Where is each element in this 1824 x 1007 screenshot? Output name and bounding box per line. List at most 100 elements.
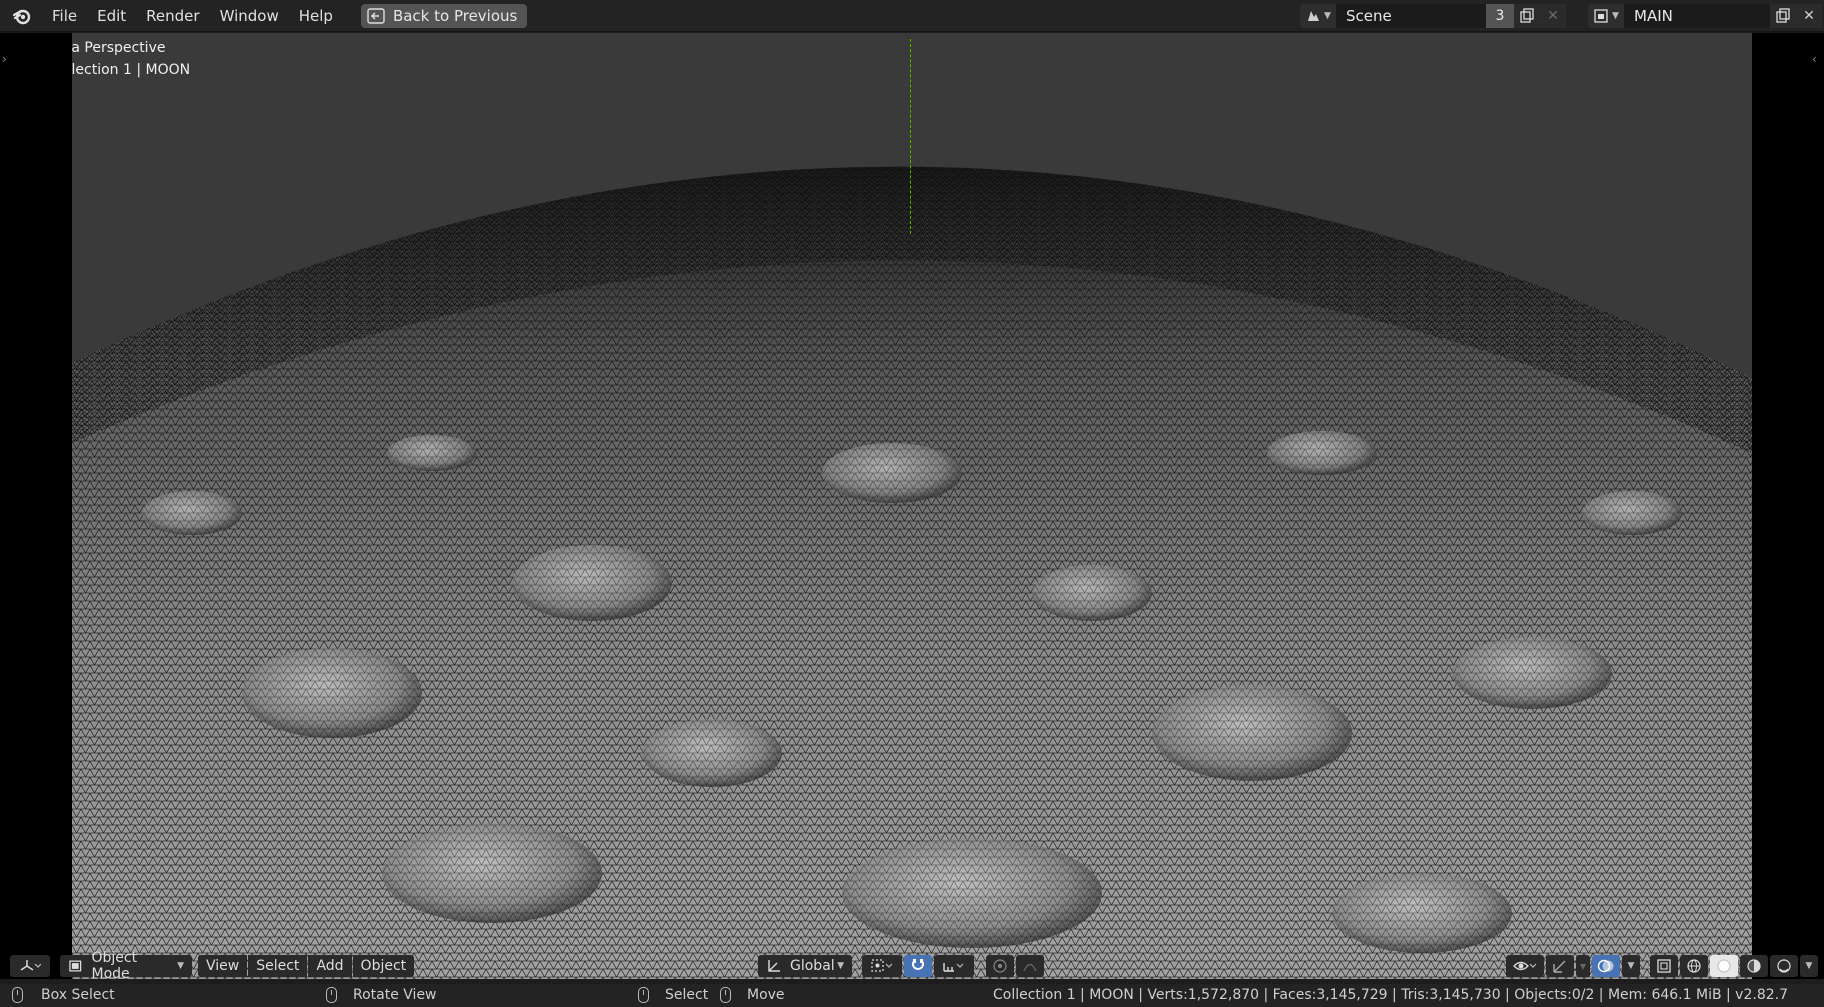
status-select: Select: [638, 987, 708, 1003]
status-move: Move: [720, 987, 785, 1003]
new-view-layer-button[interactable]: [1770, 4, 1796, 28]
view-layer-browse-button[interactable]: ▼: [1588, 4, 1624, 28]
3d-viewport[interactable]: Camera Perspective (5) Collection 1 | MO…: [72, 33, 1752, 979]
snap-icon: [912, 959, 924, 970]
shading-dropdown[interactable]: ▼: [1800, 955, 1818, 977]
chevron-down-icon: ▼: [1805, 961, 1813, 971]
back-to-previous-button[interactable]: Back to Previous: [360, 3, 528, 28]
proportional-icon: [993, 959, 1007, 973]
add-menu[interactable]: Add: [308, 955, 352, 977]
object-mode-icon: [69, 960, 82, 972]
scene-browse-button[interactable]: ▼: [1300, 4, 1336, 28]
close-icon: ✕: [1803, 8, 1815, 24]
proportional-editing-toggle[interactable]: [986, 955, 1014, 977]
status-box-select: Box Select: [12, 987, 115, 1003]
status-bar: Box Select Rotate View Select Move Colle…: [0, 984, 1824, 1007]
solid-shading-icon: [1717, 959, 1731, 973]
back-icon: [367, 7, 385, 24]
delete-view-layer-button[interactable]: ✕: [1796, 4, 1822, 28]
menu-file[interactable]: File: [42, 3, 87, 29]
viewport-header-center: Global ▼: [758, 954, 1044, 978]
delete-scene-button[interactable]: ✕: [1540, 4, 1566, 28]
blender-logo-icon[interactable]: [12, 6, 32, 26]
scene-icon: [1308, 11, 1320, 21]
editor-type-icon: [20, 960, 41, 971]
visibility-dropdown[interactable]: [1506, 955, 1544, 977]
orientation-icon: [768, 960, 780, 972]
scene-statistics: Collection 1 | MOON | Verts:1,572,870 | …: [993, 987, 1788, 1003]
viewport-header-left: Object Mode ▼ View Select Add Object: [10, 950, 415, 982]
camera-passepartout-left: [0, 33, 72, 979]
snap-toggle[interactable]: [904, 955, 932, 977]
mouse-drag-icon: [720, 987, 731, 1003]
menu-render[interactable]: Render: [136, 3, 209, 29]
moon-mesh-wireframe: [72, 166, 1752, 979]
overlay-dropdown[interactable]: ▼: [1622, 955, 1640, 977]
falloff-icon: [1023, 963, 1037, 972]
status-box-select-label: Box Select: [41, 987, 115, 1003]
gizmo-icon: [1553, 960, 1566, 973]
mouse-left-icon: [12, 987, 23, 1003]
editor-type-button[interactable]: [10, 955, 50, 977]
overlay-toggle[interactable]: [1592, 955, 1620, 977]
camera-passepartout-right: [1752, 33, 1824, 979]
gizmo-dropdown[interactable]: ▼: [1576, 955, 1590, 977]
snap-target-icon: [943, 963, 964, 972]
view-layer-name-field[interactable]: MAIN: [1624, 4, 1770, 28]
menu-window[interactable]: Window: [210, 3, 289, 29]
new-view-layer-icon: [1776, 8, 1790, 23]
menu-help[interactable]: Help: [289, 3, 343, 29]
rendered-shading-icon: [1777, 959, 1791, 973]
object-mode-dropdown[interactable]: Object Mode ▼: [60, 950, 192, 982]
gizmo-toggle[interactable]: [1546, 955, 1574, 977]
z-axis-line: [910, 39, 911, 234]
status-move-label: Move: [747, 987, 785, 1003]
menu-edit[interactable]: Edit: [87, 3, 136, 29]
wireframe-shading-button[interactable]: [1680, 955, 1708, 977]
material-shading-button[interactable]: [1740, 955, 1768, 977]
chevron-down-icon: ▼: [1324, 11, 1331, 21]
status-rotate-view: Rotate View: [326, 987, 437, 1003]
chevron-down-icon: ▼: [177, 961, 184, 971]
pivot-point-dropdown[interactable]: [862, 955, 902, 977]
toolbar-expand-chevron[interactable]: ›: [2, 52, 7, 66]
proportional-falloff-dropdown[interactable]: [1016, 955, 1044, 977]
chevron-down-icon: ▼: [1579, 961, 1587, 971]
snap-target-dropdown[interactable]: [934, 955, 974, 977]
back-to-previous-label: Back to Previous: [392, 6, 518, 25]
wireframe-shading-icon: [1687, 959, 1701, 973]
viewport-header-right: ▼ ▼ ▼: [1506, 954, 1818, 978]
view-menu[interactable]: View: [198, 955, 248, 977]
mouse-right-icon: [638, 987, 649, 1003]
status-select-label: Select: [665, 987, 709, 1003]
view-layer-icon: [1594, 9, 1608, 23]
status-rotate-view-label: Rotate View: [353, 987, 437, 1003]
scene-users-count[interactable]: 3: [1486, 4, 1514, 28]
xray-icon: [1657, 959, 1671, 973]
chevron-down-icon: ▼: [837, 961, 844, 971]
sidebar-expand-chevron[interactable]: ‹: [1812, 52, 1817, 66]
scene-name-field[interactable]: Scene: [1336, 4, 1486, 28]
transform-orientation-dropdown[interactable]: Global ▼: [758, 955, 852, 977]
viewport-perspective-label: Camera Perspective: [72, 40, 166, 56]
close-icon: ✕: [1547, 8, 1559, 24]
pivot-icon: [871, 959, 893, 972]
rendered-shading-button[interactable]: [1770, 955, 1798, 977]
solid-shading-button[interactable]: [1710, 955, 1738, 977]
mouse-middle-icon: [326, 987, 337, 1003]
viewport-object-info: (5) Collection 1 | MOON: [72, 62, 191, 78]
new-scene-button[interactable]: [1514, 4, 1540, 28]
material-shading-icon: [1747, 959, 1761, 973]
scene-selector: ▼ Scene 3 ✕ ▼ MAIN ✕: [1300, 4, 1822, 28]
visibility-icon: [1513, 961, 1537, 971]
overlay-icon: [1597, 959, 1614, 973]
xray-toggle[interactable]: [1650, 955, 1678, 977]
top-bar: File Edit Render Window Help Back to Pre…: [0, 0, 1824, 32]
select-menu[interactable]: Select: [248, 955, 308, 977]
new-scene-icon: [1520, 8, 1534, 23]
orientation-label: Global: [790, 958, 835, 974]
object-mode-label: Object Mode: [91, 950, 138, 982]
chevron-down-icon: ▼: [1627, 961, 1635, 971]
object-menu[interactable]: Object: [352, 955, 415, 977]
chevron-down-icon: ▼: [1612, 11, 1619, 21]
